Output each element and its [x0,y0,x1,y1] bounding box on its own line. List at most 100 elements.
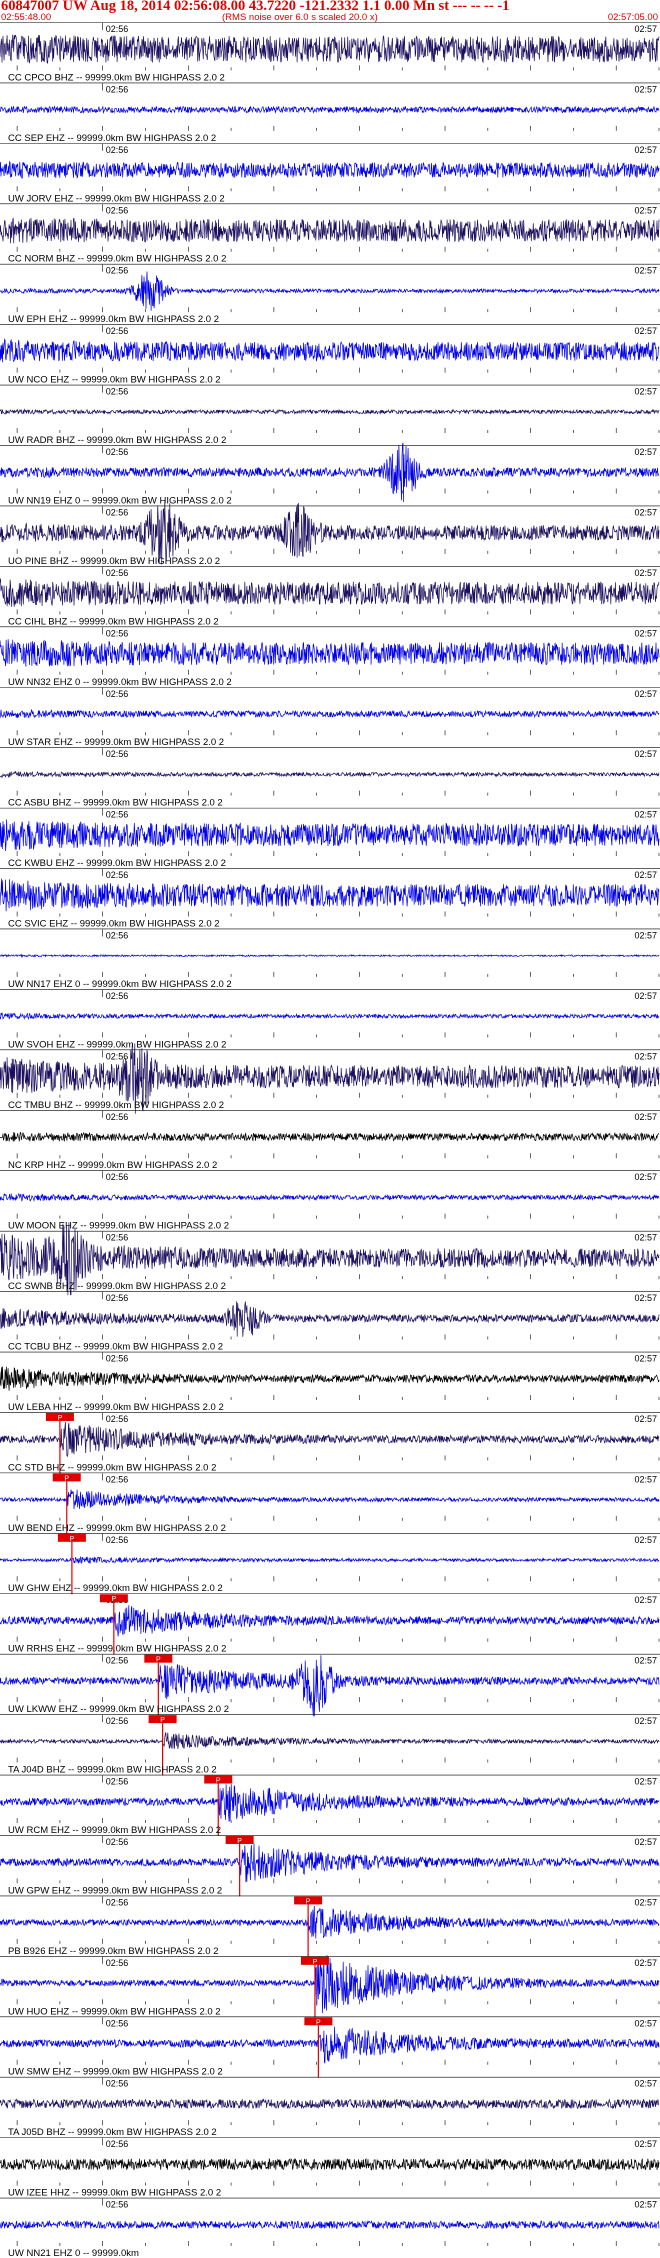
plot-header: 60847007 UW Aug 18, 2014 02:56:08.00 43.… [0,0,660,23]
station-label: UW JORV EHZ -- 99999.0km BW HIGHPASS 2.0… [8,193,225,204]
station-label: TA J05D BHZ -- 99999.0km BW HIGHPASS 2.0… [8,2127,217,2138]
minute-label: 02:57 [634,1233,657,1243]
pick-marker-label: P [316,2019,321,2026]
station-label: UW RADR BHZ -- 99999.0km BW HIGHPASS 2.0… [8,435,226,446]
minute-label: 02:57 [634,1051,657,1061]
minute-label: 02:57 [634,1595,657,1605]
trace-row: 02:5602:57PCC KWBU EHZ -- 99999.0km BW H… [0,807,660,869]
waveform-trace [0,338,660,363]
minute-label: 02:56 [106,2018,129,2028]
minute-label: 02:57 [634,266,657,276]
waveform-trace [0,709,660,719]
minute-label: 02:56 [106,1414,129,1424]
waveform-trace [0,442,660,503]
waveform-trace [0,1605,660,1637]
minute-label: 02:56 [106,2200,129,2210]
trace-row: 02:56 02:57 UW NN21 EHZ 0 -- 99999.0km [0,2197,660,2258]
minute-label: 02:57 [634,930,657,940]
pick-marker-label: P [237,1838,242,1845]
minute-label: 02:57 [634,24,657,34]
trace-row: 02:5602:57PUW NN17 EHZ 0 -- 99999.0km BW… [0,928,660,990]
station-label: CC CIHL BHZ -- 99999.0km BW HIGHPASS 2.0… [8,616,219,627]
waveform-trace [0,953,660,958]
minute-label: 02:56 [106,1474,129,1484]
minute-label: 02:57 [634,870,657,880]
trace-row: 02:5602:57PCC NORM BHZ -- 99999.0km BW H… [0,203,660,265]
trace-row: 02:56 02:57 P UW SMW EHZ -- 99999.0km BW HI… [0,2016,660,2078]
station-label: UW NN19 EHZ 0 -- 99999.0km BW HIGHPASS 2… [8,495,232,506]
trace-row: 02:5602:57PUW LEBA HHZ -- 99999.0km BW H… [0,1351,660,1413]
pick-marker-label: P [111,1596,116,1603]
minute-label: 02:57 [634,1112,657,1122]
station-label: CC SVIC EHZ -- 99999.0km BW HIGHPASS 2.0… [8,918,220,929]
station-label: UW RCM EHZ -- 99999.0km BW HIGHPASS 2.0 … [8,1825,221,1836]
minute-label: 02:56 [106,1051,129,1061]
minute-label: 02:56 [106,2079,129,2089]
station-label: UW RRHS EHZ -- 99999.0km BW HIGHPASS 2.0… [8,1644,226,1655]
minute-label: 02:56 [106,749,129,759]
trace-row: 02:5602:57PUW STAR EHZ -- 99999.0km BW H… [0,686,660,748]
minute-label: 02:57 [634,326,657,336]
waveform-trace [0,217,660,244]
trace-row: 02:5602:57PUO PINE BHZ -- 99999.0km BW H… [0,500,660,567]
trace-row: 02:56 02:57 TA J05D BHZ -- 99999.0km BW HI… [0,2076,660,2138]
station-label: UW SVOH EHZ -- 99999.0km BW HIGHPASS 2.0… [8,1039,226,1050]
trace-row: 02:5602:57PUW EPH EHZ -- 99999.0km BW HI… [0,263,660,325]
station-label: UW LKWW EHZ -- 99999.0km BW HIGHPASS 2.0… [8,1704,229,1715]
trace-row: 02:5602:57PUW SVOH EHZ -- 99999.0km BW H… [0,989,660,1050]
pick-marker-label: P [306,1898,311,1905]
minute-label: 02:57 [634,205,657,215]
trace-row: 02:5602:57PUW NCO EHZ -- 99999.0km BW HI… [0,324,660,386]
station-label: UW GPW EHZ -- 99999.0km BW HIGHPASS 2.0 … [8,1885,222,1896]
minute-label: 02:56 [106,1656,129,1666]
trace-row: 02:56 02:57 P UW LKWW EHZ -- 99999.0km BW H… [0,1653,660,1717]
waveform-trace [0,1366,660,1391]
minute-label: 02:56 [106,1535,129,1545]
waveform-trace [0,770,660,779]
minute-label: 02:56 [106,145,129,155]
waveform-trace [0,1192,660,1202]
station-label: UW IZEE HHZ -- 99999.0km BW HIGHPASS 2.0… [8,2188,221,2199]
minute-label: 02:57 [634,1716,657,1726]
station-label: UW NN21 EHZ 0 -- 99999.0km [8,2248,139,2258]
trace-row: 02:5602:57PCC SVIC EHZ -- 99999.0km BW H… [0,868,660,929]
trace-row: 02:5602:57PUW MOON EHZ -- 99999.0km BW H… [0,1170,660,1232]
minute-label: 02:56 [106,1112,129,1122]
waveform-trace [0,105,660,114]
minute-label: 02:57 [634,628,657,638]
trace-row: 02:56 02:57 P TA J04D BHZ -- 99999.0km BW H… [0,1714,660,1776]
trace-row: 02:56 02:57 P CC STD BHZ -- 99999.0km BW HI… [0,1412,660,1474]
waveform-trace [0,1556,660,1564]
station-label: UW BEND EHZ -- 99999.0km BW HIGHPASS 2.0… [8,1523,226,1534]
minute-label: 02:56 [106,1777,129,1787]
waveform-trace [0,1732,660,1749]
station-label: CC KWBU EHZ -- 99999.0km BW HIGHPASS 2.0… [8,858,226,869]
seismogram-plot: 02:56 02:57 P CC CPCO BHZ -- 99999.0km BW H… [0,22,660,2258]
station-label: UO PINE BHZ -- 99999.0km BW HIGHPASS 2.0… [8,556,220,567]
waveform-trace [0,578,660,607]
minute-label: 02:56 [106,84,129,94]
station-label: UW NCO EHZ -- 99999.0km BW HIGHPASS 2.0 … [8,375,221,386]
minute-label: 02:56 [106,1354,129,1364]
minute-label: 02:57 [634,2018,657,2028]
minute-label: 02:57 [634,507,657,517]
waveform-trace [0,1955,660,2014]
trace-row: 02:5602:57PUW RRHS EHZ -- 99999.0km BW H… [0,1593,660,1655]
minute-label: 02:57 [634,1414,657,1424]
minute-label: 02:57 [634,810,657,820]
minute-label: 02:56 [106,387,129,397]
minute-label: 02:57 [634,145,657,155]
minute-label: 02:57 [634,1535,657,1545]
station-label: UW NN32 EHZ 0 -- 99999.0km BW HIGHPASS 2… [8,677,232,688]
minute-label: 02:57 [634,1172,657,1182]
minute-label: 02:56 [106,1172,129,1182]
station-label: UW EPH EHZ -- 99999.0km BW HIGHPASS 2.0 … [8,314,219,325]
waveform-trace [0,1489,660,1510]
pick-marker-label: P [64,1475,69,1482]
waveform-trace [0,1301,660,1337]
minute-label: 02:56 [106,205,129,215]
minute-label: 02:56 [106,24,129,34]
station-label: NC KRP HHZ -- 99999.0km BW HIGHPASS 2.0 … [8,1160,217,1171]
pick-marker-label: P [160,1717,165,1724]
trace-row: 02:56 02:57 P UW RCM EHZ -- 99999.0km BW HI… [0,1774,660,1836]
